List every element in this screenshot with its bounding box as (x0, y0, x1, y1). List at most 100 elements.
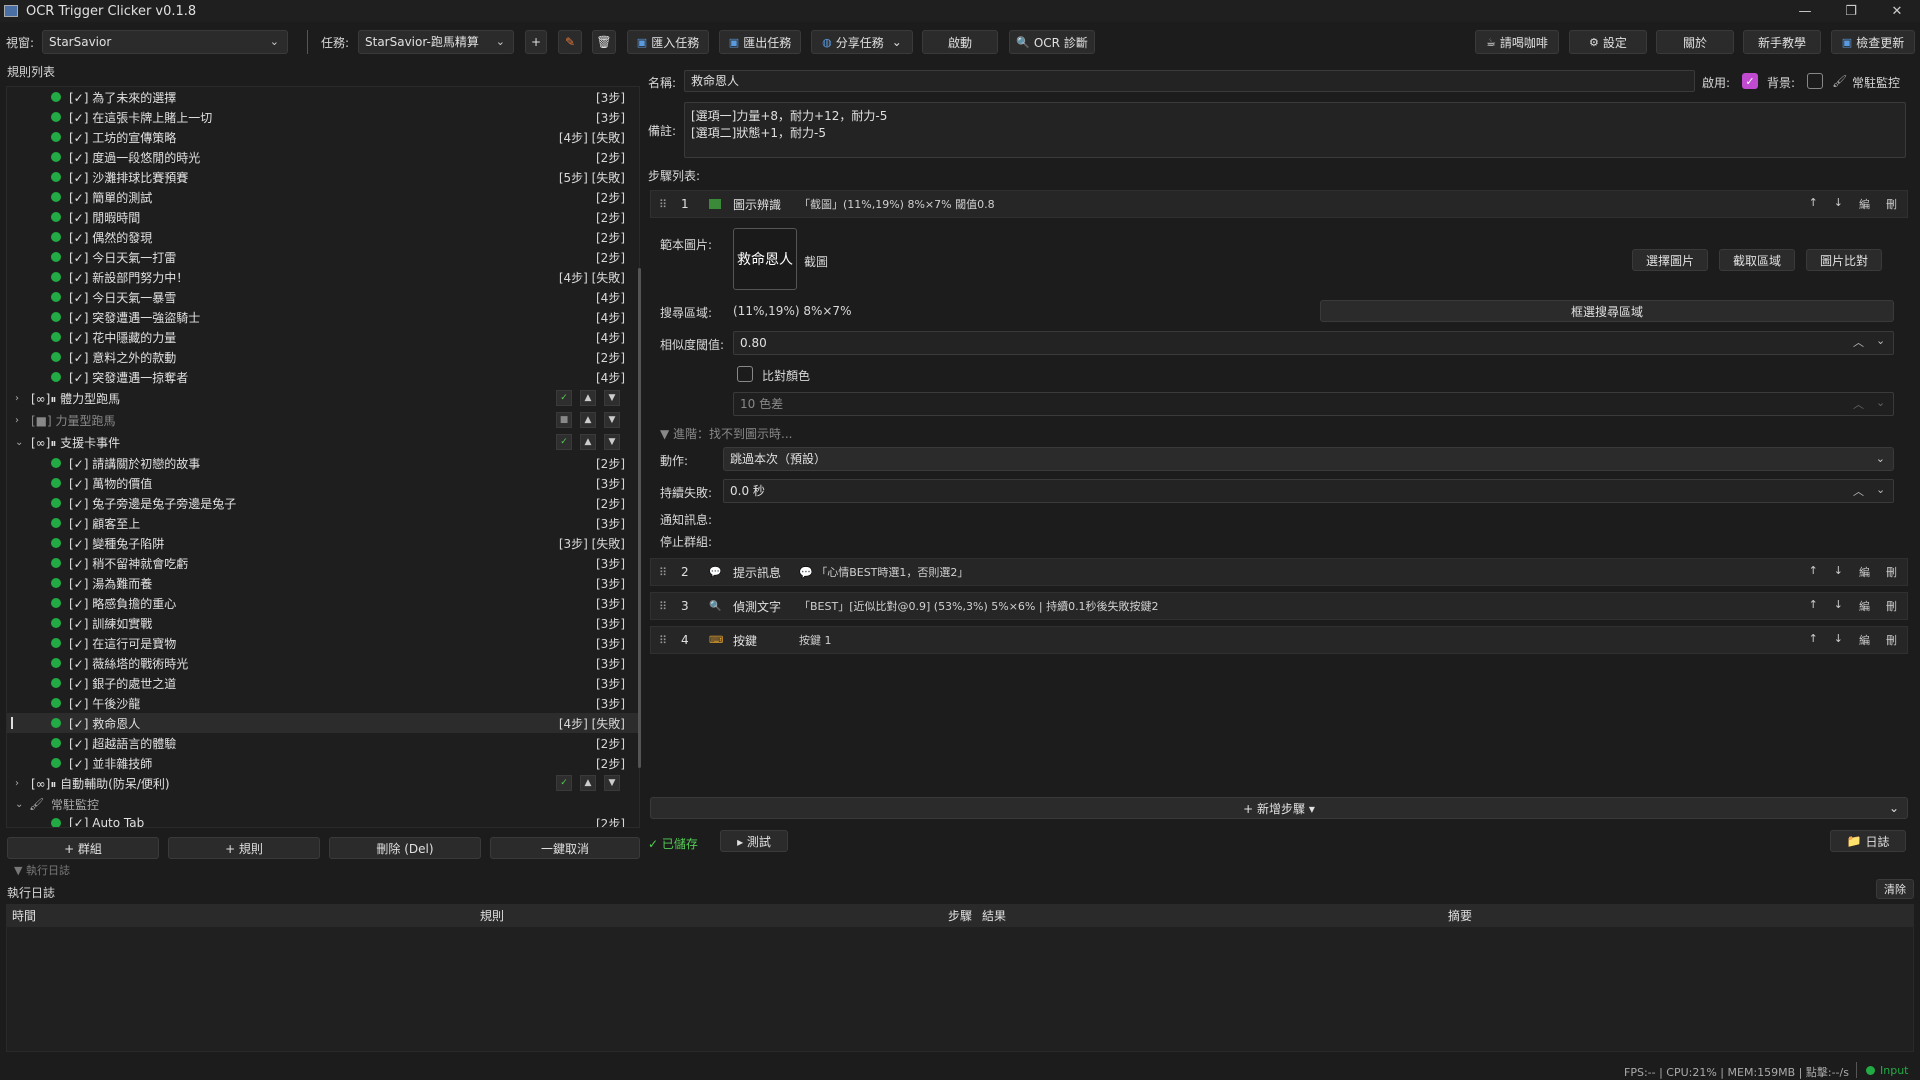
spin-up-icon[interactable]: ︿ (1853, 396, 1864, 412)
list-item[interactable]: [✓] 意料之外的款動 [2步] (7, 347, 639, 367)
delete-step-button[interactable]: 刪 (1886, 632, 1897, 648)
action-select[interactable]: 跳過本次（預設） ⌄ (723, 447, 1894, 471)
minimize-button[interactable]: — (1782, 0, 1828, 22)
drag-handle-icon[interactable]: ⠿ (659, 634, 667, 647)
start-button[interactable]: 啟動 (922, 30, 998, 54)
group-enable-button[interactable]: ✓ (556, 434, 572, 450)
move-up-button[interactable]: ▲ (580, 412, 596, 428)
list-item[interactable]: [✓] 午後沙龍 [3步] (7, 693, 639, 713)
move-up-button[interactable]: ↑ (1809, 632, 1818, 648)
list-item[interactable]: [✓] 新設部門努力中！ [4步] [失敗] (7, 267, 639, 287)
list-item[interactable]: [✓] 度過一段悠閒的時光 [2步] (7, 147, 639, 167)
list-item[interactable]: [✓] 萬物的價值 [3步] (7, 473, 639, 493)
chevron-right-icon[interactable]: › (15, 393, 19, 404)
move-down-button[interactable]: ▼ (604, 434, 620, 450)
chevron-down-icon[interactable]: ⌄ (1876, 334, 1885, 347)
spin-up-icon[interactable]: ︿ (1853, 483, 1864, 499)
group-enable-button[interactable]: ✓ (556, 390, 572, 406)
image-compare-button[interactable]: 圖片比對 (1806, 249, 1882, 271)
list-item[interactable]: [✓] 偶然的發現 [2步] (7, 227, 639, 247)
test-button[interactable]: ▸ 測試 (720, 830, 788, 852)
add-group-button[interactable]: + 群組 (7, 837, 159, 859)
name-field[interactable]: 救命恩人 (684, 70, 1695, 92)
list-item[interactable]: [✓] 湯為難而養 [3步] (7, 573, 639, 593)
move-down-button[interactable]: ▼ (604, 412, 620, 428)
list-item[interactable]: [✓] 突發遭遇一掠奪者 [4步] (7, 367, 639, 387)
move-down-button[interactable]: ↓ (1834, 598, 1843, 614)
note-field[interactable]: [選項一]力量+8，耐力+12，耐力-5 [選項二]狀態+1，耐力-5 (684, 102, 1906, 158)
list-item[interactable]: [✓] 簡單的測試 [2步] (7, 187, 639, 207)
list-item[interactable]: [✓] 在這張卡牌上賭上一切 [3步] (7, 107, 639, 127)
drag-handle-icon[interactable]: ⠿ (659, 198, 667, 211)
drag-handle-icon[interactable]: ⠿ (659, 600, 667, 613)
list-item[interactable]: [✓] 兔子旁邊是兔子旁邊是兔子 [2步] (7, 493, 639, 513)
capture-area-button[interactable]: 截取區域 (1719, 249, 1795, 271)
log-button[interactable]: 📁 日誌 (1830, 830, 1906, 852)
chevron-down-icon[interactable]: ⌄ (1876, 396, 1885, 409)
pencil-icon[interactable]: ✎ (558, 30, 582, 54)
move-up-button[interactable]: ↑ (1809, 564, 1818, 580)
group-strength[interactable]: › [■] 力量型跑馬 ■ ▲ ▼ (7, 410, 639, 430)
about-button[interactable]: 關於 (1656, 30, 1734, 54)
col-time[interactable]: 時間 (12, 907, 36, 924)
list-item[interactable]: [✓] 救命恩人 [4步] [失敗] (7, 713, 639, 733)
list-item[interactable]: [✓] 顧客至上 [3步] (7, 513, 639, 533)
settings-button[interactable]: ⚙ 設定 (1569, 30, 1647, 54)
edit-button[interactable]: 編 (1859, 564, 1870, 580)
edit-button[interactable]: 編 (1859, 598, 1870, 614)
list-item[interactable]: [✓] 稍不留神就會吃虧 [3步] (7, 553, 639, 573)
add-step-button[interactable]: + 新增步驟 ▾ ⌄ (650, 797, 1908, 819)
move-up-button[interactable]: ↑ (1809, 598, 1818, 614)
list-item[interactable]: [✓] 突發遭遇一強盜騎士 [4步] (7, 307, 639, 327)
move-up-button[interactable]: ▲ (580, 434, 596, 450)
list-item[interactable]: [✓] 略感負擔的重心 [3步] (7, 593, 639, 613)
list-item[interactable]: [✓] 訓練如實戰 [3步] (7, 613, 639, 633)
close-button[interactable]: ✕ (1874, 0, 1920, 22)
list-item[interactable]: [✓] Auto Tab [2步] (7, 813, 639, 827)
col-rule[interactable]: 規則 (480, 907, 504, 924)
step-row[interactable]: ⠿ 3 🔍 偵測文字 「BEST」[近似比對@0.9] (53%,3%) 5%×… (650, 592, 1908, 620)
enable-checkbox[interactable]: ✓ (1742, 73, 1758, 89)
move-down-button[interactable]: ▼ (604, 775, 620, 791)
ocr-diagnose-button[interactable]: 🔍 OCR 診斷 (1009, 30, 1095, 54)
group-enable-button[interactable]: ✓ (556, 775, 572, 791)
chevron-down-icon[interactable]: ⌄ (15, 437, 23, 448)
chevron-right-icon[interactable]: › (15, 415, 19, 426)
step-row[interactable]: ⠿ 1 圖示辨識 「截圖」(11%,19%) 8%×7% 閾值0.8 ↑ ↓ 編… (650, 190, 1908, 218)
import-task-button[interactable]: ▣ 匯入任務 (627, 30, 709, 54)
list-item[interactable]: [✓] 為了未來的選擇 [3步] (7, 87, 639, 107)
share-task-button[interactable]: ◍ 分享任務 ⌄ (811, 30, 913, 54)
choose-image-button[interactable]: 選擇圖片 (1632, 249, 1708, 271)
window-select[interactable]: StarSavior ⌄ (42, 30, 288, 54)
list-item[interactable]: [✓] 沙灘排球比賽預賽 [5步] [失敗] (7, 167, 639, 187)
edit-button[interactable]: 編 (1859, 196, 1870, 212)
delete-step-button[interactable]: 刪 (1886, 564, 1897, 580)
group-auto-assist[interactable]: › [∞]⏸ 自動輔助(防呆/便利) ✓ ▲ ▼ (7, 773, 639, 793)
list-item[interactable]: [✓] 今日天氣一打雷 [2步] (7, 247, 639, 267)
trash-icon[interactable]: 🗑 (592, 30, 616, 54)
list-item[interactable]: [✓] 今日天氣一暴雪 [4步] (7, 287, 639, 307)
spin-up-icon[interactable]: ︿ (1853, 334, 1864, 350)
delete-step-button[interactable]: 刪 (1886, 598, 1897, 614)
delete-step-button[interactable]: 刪 (1886, 196, 1897, 212)
list-item[interactable]: [✓] 變種兔子陷阱 [3步] [失敗] (7, 533, 639, 553)
drag-handle-icon[interactable]: ⠿ (659, 566, 667, 579)
add-rule-button[interactable]: + 規則 (168, 837, 320, 859)
group-stop-button[interactable]: ■ (556, 412, 572, 428)
color-diff-spinbox[interactable]: 10 色差 (733, 392, 1894, 416)
chevron-right-icon[interactable]: › (15, 778, 19, 789)
step-row[interactable]: ⠿ 4 ⌨ 按鍵 按鍵 1 ↑ ↓ 編 刪 (650, 626, 1908, 654)
task-select[interactable]: StarSavior-跑馬精算 ⌄ (358, 30, 514, 54)
check-update-button[interactable]: ▣ 檢查更新 (1831, 30, 1915, 54)
list-item[interactable]: [✓] 銀子的處世之道 [3步] (7, 673, 639, 693)
export-task-button[interactable]: ▣ 匯出任務 (719, 30, 801, 54)
delete-button[interactable]: 刪除 (Del) (329, 837, 481, 859)
threshold-spinbox[interactable]: 0.80 (733, 331, 1894, 355)
background-checkbox[interactable] (1807, 73, 1823, 89)
list-item[interactable]: [✓] 花中隱藏的力量 [4步] (7, 327, 639, 347)
move-down-button[interactable]: ↓ (1834, 196, 1843, 212)
log-collapse-toggle[interactable]: ▼ 執行日誌 (14, 862, 70, 878)
col-step[interactable]: 步驟 (948, 907, 972, 924)
list-item[interactable]: [✓] 請講關於初戀的故事 [2步] (7, 453, 639, 473)
move-up-button[interactable]: ▲ (580, 775, 596, 791)
